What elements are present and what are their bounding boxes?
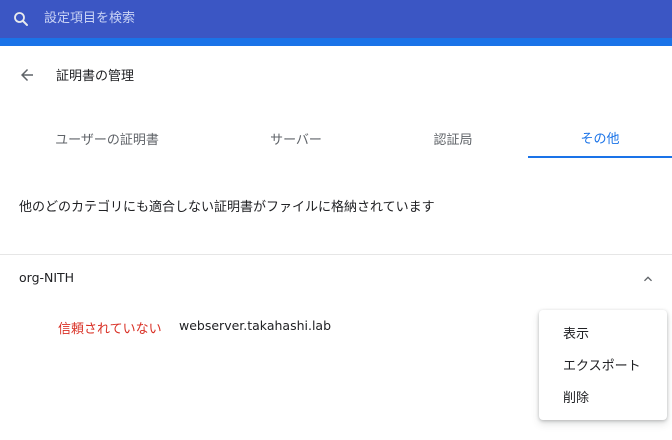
search-input[interactable] — [44, 7, 644, 29]
search-icon[interactable] — [12, 10, 30, 28]
back-arrow-icon — [21, 69, 33, 81]
tab-authorities[interactable]: 認証局 — [378, 118, 528, 158]
tab-bar: ユーザーの証明書 サーバー 認証局 その他 — [0, 118, 672, 158]
tab-servers[interactable]: サーバー — [214, 118, 378, 158]
divider — [0, 254, 672, 255]
certificate-name: webserver.takahashi.lab — [179, 318, 332, 333]
menu-item-export[interactable]: エクスポート — [539, 348, 667, 380]
back-button[interactable] — [16, 64, 38, 86]
tab-user-certificates[interactable]: ユーザーの証明書 — [0, 118, 214, 158]
tab-description: 他のどのカテゴリにも適合しない証明書がファイルに格納されています — [19, 200, 435, 215]
menu-item-view[interactable]: 表示 — [539, 316, 667, 348]
menu-item-delete[interactable]: 削除 — [539, 380, 667, 412]
certificate-actions-menu: 表示 エクスポート 削除 — [539, 310, 667, 420]
chevron-up-icon[interactable] — [640, 271, 656, 287]
search-bar — [0, 0, 672, 38]
certificate-group-name: org-NITH — [19, 270, 75, 285]
untrusted-badge: 信頼されていない — [58, 322, 162, 337]
tab-others[interactable]: その他 — [528, 118, 672, 158]
page-title: 証明書の管理 — [56, 69, 135, 84]
